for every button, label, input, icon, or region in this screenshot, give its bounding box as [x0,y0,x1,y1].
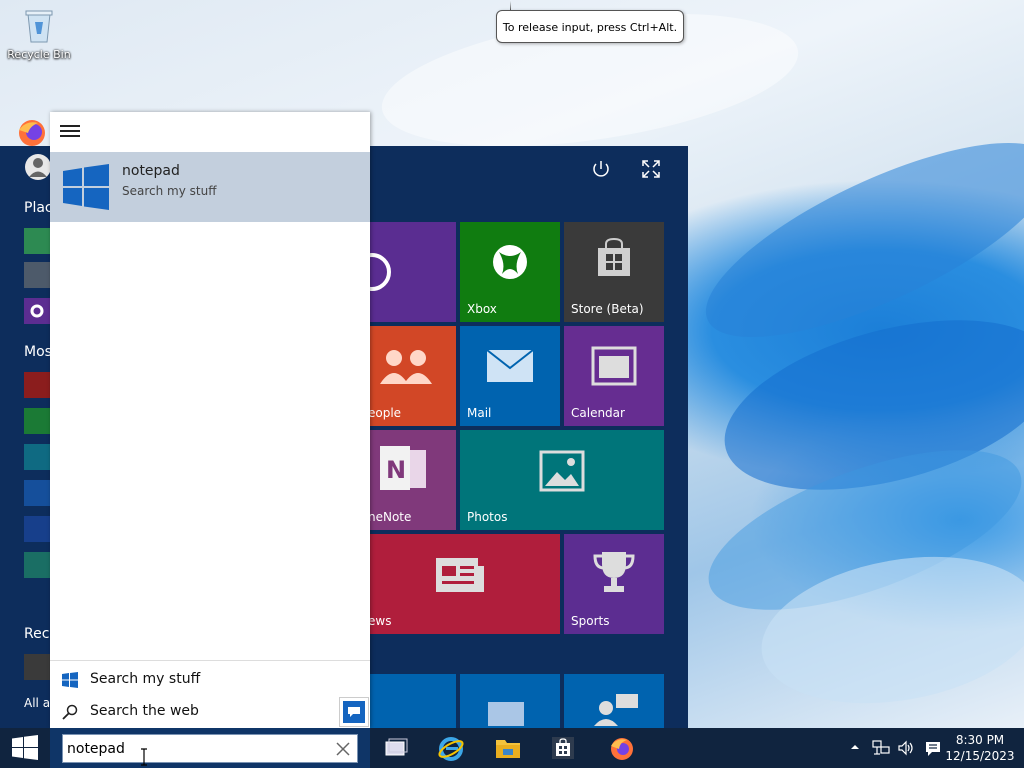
file-explorer-button[interactable] [483,728,531,768]
app-icon-4[interactable] [24,480,50,506]
tile-label: Mail [467,406,492,420]
action-center-icon[interactable] [924,740,942,758]
clock-date: 12/15/2023 [945,749,1015,763]
tooltip: To release input, press Ctrl+Alt. [496,10,684,43]
store-icon [598,237,630,276]
windows-logo-icon [62,672,78,688]
search-my-stuff-button[interactable]: Search my stuff [50,663,370,695]
search-results-panel: notepad Search my stuff Search my stuff … [50,112,370,729]
network-icon[interactable] [872,740,890,756]
search-icon [62,704,78,720]
tile-news[interactable]: ews [370,534,560,634]
tile-xbox[interactable]: Xbox [460,222,560,322]
power-icon[interactable] [590,158,612,180]
search-scope-footer: Search my stuff Search the web [50,660,370,729]
internet-explorer-icon [438,737,464,761]
result-subtitle: Search my stuff [122,184,217,198]
xbox-icon [493,245,527,279]
tooltip-tail [510,1,511,10]
tile-label: neNote [370,510,412,524]
app-icon-3[interactable] [24,444,50,470]
file-explorer-icon[interactable] [24,228,50,254]
expand-icon[interactable] [640,158,662,180]
tile-mail[interactable]: Mail [460,326,560,426]
trophy-icon [593,552,635,592]
firefox-icon [611,738,633,760]
chat-bubble-icon [343,701,365,723]
app-icon-6[interactable] [24,552,50,578]
taskbar: 8:30 PM 12/15/2023 [0,728,1024,768]
tile-label: Xbox [467,302,497,316]
recycle-bin-label: Recycle Bin [7,48,71,61]
taskbar-search [50,728,370,768]
firefox-desktop-icon[interactable] [16,118,48,148]
recycle-bin-shortcut[interactable]: Recycle Bin [6,6,72,61]
news-icon [436,558,484,592]
hamburger-menu-icon[interactable] [60,125,80,139]
tile-calendar[interactable]: Calendar [564,326,664,426]
result-name: notepad [122,163,180,179]
calendar-icon [591,346,637,386]
search-result-notepad[interactable]: notepad Search my stuff [50,152,370,222]
store-button[interactable] [539,728,587,768]
search-my-stuff-label: Search my stuff [90,671,201,687]
windows-logo-icon [12,735,38,760]
recycle-bin-icon [24,6,54,44]
app-icon-2[interactable] [24,408,50,434]
places-label: Plac [24,200,53,216]
i-beam-cursor-icon [140,748,148,766]
internet-explorer-button[interactable] [426,728,474,768]
task-view-button[interactable] [372,728,420,768]
tile-onenote[interactable]: N neNote [370,430,456,530]
app-icon-1[interactable] [24,372,50,398]
onenote-icon: N [380,446,426,490]
start-button[interactable] [0,728,50,768]
tile-label: ews [370,614,392,628]
app-icon-5[interactable] [24,516,50,542]
people-icon [380,350,432,384]
photos-icon [539,450,585,492]
tile-photos[interactable]: Photos [460,430,664,530]
tile-label: Store (Beta) [571,302,644,316]
tile-people[interactable]: eople [370,326,456,426]
close-icon[interactable] [335,741,351,757]
task-view-icon [385,738,408,756]
volume-icon[interactable] [897,740,915,756]
documents-icon[interactable] [24,262,50,288]
show-hidden-icons-chevron-up-icon[interactable] [848,740,862,754]
tile-partial-2[interactable] [460,674,560,728]
windows-logo-icon [63,164,109,210]
search-the-web-label: Search the web [90,703,199,719]
tile-sports[interactable]: Sports [564,534,664,634]
search-input[interactable] [67,739,327,759]
settings-gear-icon[interactable] [24,298,50,324]
clock-time: 8:30 PM [955,733,1005,747]
app-icon-firefox-recent[interactable] [24,654,50,680]
tile-label: eople [370,406,402,420]
firefox-button[interactable] [597,728,645,768]
search-the-web-button[interactable]: Search the web [50,695,370,727]
tile-label: Sports [571,614,610,628]
tile-label: Photos [467,510,508,524]
most-used-label: Mos [24,344,52,360]
clock[interactable]: 8:30 PM 12/15/2023 [944,732,1016,764]
feedback-icon [594,694,638,726]
mail-icon [486,349,534,382]
svg-text:N: N [386,456,406,484]
feedback-button[interactable] [339,697,369,727]
tile-store[interactable]: Store (Beta) [564,222,664,322]
tile-label: Calendar [571,406,625,420]
tile-partial-1[interactable] [370,674,456,728]
file-explorer-icon [496,740,520,758]
search-box[interactable] [62,734,358,763]
store-icon [552,737,574,759]
tile-cortana[interactable] [370,222,456,322]
tile-feedback[interactable] [564,674,664,728]
user-avatar-icon[interactable] [24,152,52,182]
